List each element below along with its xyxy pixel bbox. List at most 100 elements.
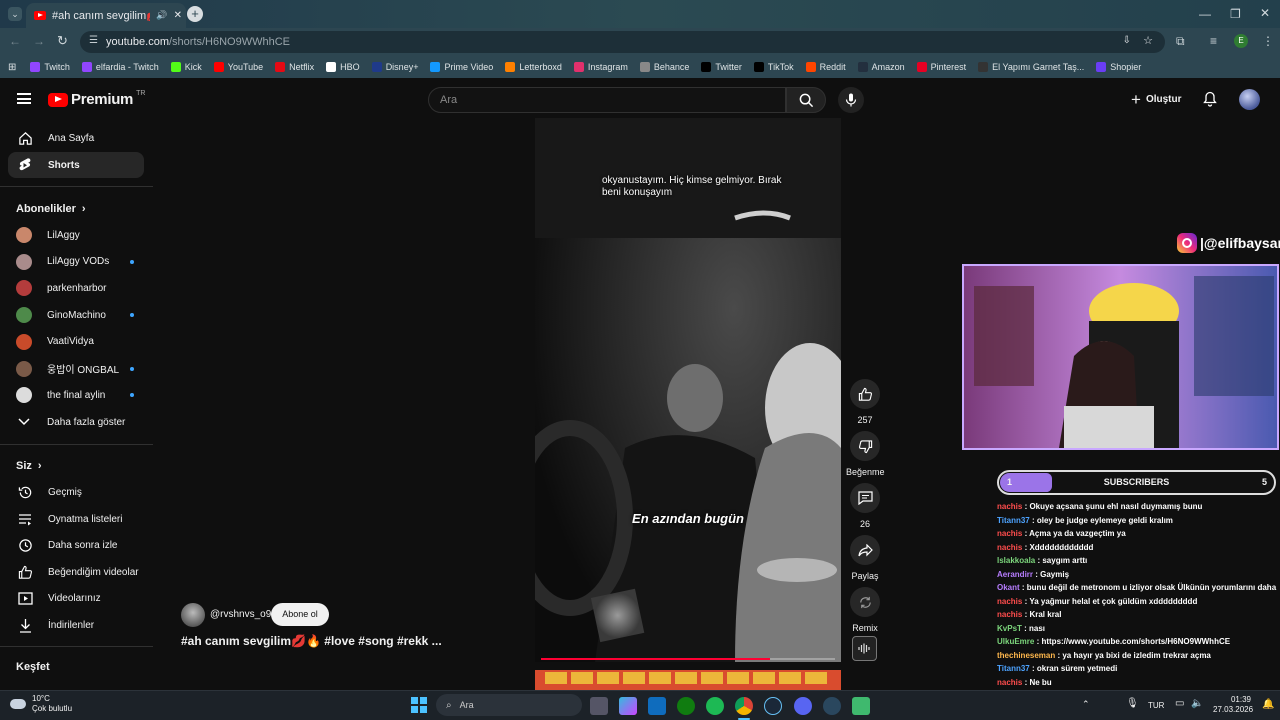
copilot-icon[interactable] <box>619 697 637 715</box>
dislike-button[interactable]: Beğenme <box>846 431 885 477</box>
bookmark-item[interactable]: Twitch <box>30 62 70 72</box>
chat-username: KvPsT <box>997 623 1022 633</box>
subscription-item[interactable]: LilAggy VODs <box>8 249 144 275</box>
bookmark-item[interactable]: Instagram <box>573 62 628 72</box>
media-icon[interactable]: ≡ <box>1210 35 1217 47</box>
subscription-item[interactable]: GinoMachino <box>8 302 144 328</box>
bookmark-item[interactable]: Reddit <box>805 62 846 72</box>
network-icon[interactable]: ▭ <box>1175 698 1184 709</box>
short-title[interactable]: #ah canım sevgilim💋🔥 #love #song #rekk .… <box>181 634 442 648</box>
start-button[interactable] <box>411 697 427 713</box>
language-indicator[interactable]: TUR <box>1148 701 1164 710</box>
show-more-button[interactable]: Daha fazla göster <box>8 409 144 435</box>
shorts-video-player[interactable]: okyanustayım. Hiç kimse gelmiyor. Bırak … <box>535 118 841 662</box>
subscriptions-header[interactable]: Abonelikler › <box>16 203 86 215</box>
outlook-icon[interactable] <box>648 697 666 715</box>
tray-mic-icon[interactable]: 🎙 <box>1126 698 1139 709</box>
chat-separator: : <box>1029 664 1037 673</box>
channel-avatar[interactable] <box>181 603 205 627</box>
tab-search-icon[interactable]: ⌄ <box>8 7 22 21</box>
notifications-button[interactable] <box>1203 91 1217 112</box>
tab-audio-icon[interactable]: 🔊 <box>156 10 167 21</box>
search-input[interactable]: Ara <box>428 87 786 113</box>
reload-icon[interactable]: ↻ <box>57 34 68 47</box>
share-button[interactable]: Paylaş <box>848 535 882 581</box>
hamburger-menu-icon[interactable] <box>17 93 31 104</box>
next-short-preview[interactable] <box>535 670 841 690</box>
video-progress-track[interactable] <box>541 658 835 660</box>
like-button[interactable]: 257 <box>848 379 882 425</box>
discord-icon[interactable] <box>794 697 812 715</box>
subscription-item[interactable]: VaatiVidya <box>8 329 144 355</box>
taskbar-search[interactable]: ⌕ Ara <box>436 694 582 716</box>
sidebar-item-liked[interactable]: Beğendiğim videolar <box>8 559 144 585</box>
volume-icon[interactable]: 🔈 <box>1191 698 1203 709</box>
spotify-icon[interactable] <box>706 697 724 715</box>
xbox-icon[interactable] <box>677 697 695 715</box>
address-bar[interactable]: ☰ youtube.com/shorts/H6NO9WWhhCE ⇩ ☆ <box>80 31 1165 53</box>
bookmark-item[interactable]: Twitter <box>701 62 742 72</box>
restore-icon[interactable]: ❐ <box>1230 8 1241 20</box>
subscription-item[interactable]: 웅밥이 ONGBAL <box>8 356 144 382</box>
sidebar-item-shorts[interactable]: Shorts <box>8 152 144 178</box>
sidebar-item-history[interactable]: Geçmiş <box>8 479 144 505</box>
sidebar-item-your-videos[interactable]: Videolarınız <box>8 585 144 611</box>
close-window-icon[interactable]: ✕ <box>1260 7 1270 19</box>
steam-icon[interactable] <box>764 697 782 715</box>
subscription-item[interactable]: LilAggy <box>8 222 144 248</box>
subscription-item[interactable]: parkenharbor <box>8 275 144 301</box>
account-avatar[interactable] <box>1239 89 1260 110</box>
bookmark-item[interactable]: Amazon <box>857 62 905 72</box>
bookmark-star-icon[interactable]: ☆ <box>1143 34 1153 47</box>
minimize-icon[interactable]: — <box>1199 8 1211 20</box>
clock[interactable]: 01:39 27.03.2026 <box>1213 695 1253 715</box>
remix-button[interactable]: Remix <box>848 587 882 633</box>
search-button[interactable] <box>786 87 826 113</box>
weather-widget[interactable]: 10°C Çok bulutlu <box>10 694 72 714</box>
app-icon[interactable] <box>852 697 870 715</box>
tab-active[interactable]: #ah canım sevgilim💋🔥 # 🔊 ✕ <box>26 3 186 28</box>
bookmark-item[interactable]: Shopier <box>1096 62 1141 72</box>
sidebar-item-watch-later[interactable]: Daha sonra izle <box>8 532 144 558</box>
channel-handle[interactable]: @rvshnvs_o9 <box>210 609 271 620</box>
back-icon[interactable]: ← <box>9 35 21 47</box>
bookmark-item[interactable]: Prime Video <box>430 62 493 72</box>
bookmark-item[interactable]: YouTube <box>213 62 263 72</box>
profile-avatar[interactable]: E <box>1234 34 1248 48</box>
new-tab-button[interactable]: + <box>187 6 203 22</box>
forward-icon[interactable]: → <box>33 35 45 47</box>
task-view-icon[interactable] <box>590 697 608 715</box>
site-info-icon[interactable]: ☰ <box>89 35 98 46</box>
bookmark-item[interactable]: elfardia - Twitch <box>81 62 159 72</box>
apps-grid-icon[interactable]: ⊞ <box>8 62 16 73</box>
chrome-icon[interactable] <box>735 697 753 715</box>
you-header[interactable]: Siz › <box>16 460 42 472</box>
bookmark-item[interactable]: HBO <box>326 62 360 72</box>
bookmark-item[interactable]: Netflix <box>275 62 314 72</box>
tray-overflow-icon[interactable]: ⌃ <box>1082 699 1090 710</box>
bookmark-item[interactable]: El Yapımı Garnet Taş... <box>978 62 1084 72</box>
voice-search-button[interactable] <box>838 87 864 113</box>
steam-alt-icon[interactable] <box>823 697 841 715</box>
bookmark-item[interactable]: Disney+ <box>371 62 418 72</box>
sidebar-item-home[interactable]: Ana Sayfa <box>8 125 144 151</box>
sidebar-item-downloads[interactable]: İndirilenler <box>8 612 144 638</box>
subscription-item[interactable]: the final aylin <box>8 382 144 408</box>
install-app-icon[interactable]: ⇩ <box>1123 35 1131 46</box>
comments-button[interactable]: 26 <box>848 483 882 529</box>
youtube-premium-logo[interactable]: Premium TR <box>48 90 145 108</box>
chat-username: Aerandirr <box>997 569 1034 579</box>
create-button[interactable]: + Oluştur <box>1131 91 1182 108</box>
sidebar-item-playlists[interactable]: Oynatma listeleri <box>8 506 144 532</box>
tab-close-icon[interactable]: ✕ <box>174 10 182 21</box>
bookmark-item[interactable]: Letterboxd <box>505 62 562 72</box>
bookmark-item[interactable]: TikTok <box>753 62 794 72</box>
bookmark-item[interactable]: Pinterest <box>916 62 966 72</box>
notification-center-icon[interactable]: 🔔 <box>1262 699 1274 710</box>
sound-button[interactable] <box>852 636 877 661</box>
subscribe-button[interactable]: Abone ol <box>271 603 329 626</box>
bookmark-item[interactable]: Kick <box>170 62 202 72</box>
menu-icon[interactable]: ⋮ <box>1262 35 1274 47</box>
extensions-icon[interactable]: ⧉ <box>1176 35 1185 47</box>
bookmark-item[interactable]: Behance <box>639 62 689 72</box>
